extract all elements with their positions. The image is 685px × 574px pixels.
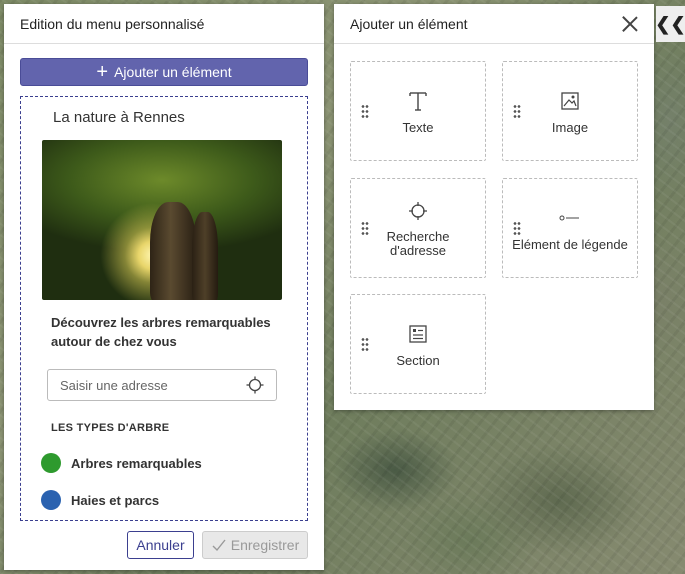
panel-title: Ajouter un élément bbox=[350, 15, 468, 32]
menu-description: Découvrez les arbres remarquables autour… bbox=[51, 315, 271, 349]
close-icon[interactable] bbox=[622, 16, 638, 32]
tile-label: Image bbox=[551, 119, 589, 135]
menu-title: La nature à Rennes bbox=[53, 109, 185, 126]
drag-handle-icon[interactable] bbox=[361, 104, 369, 118]
add-element-label: Ajouter un élément bbox=[114, 64, 232, 80]
plus-icon: + bbox=[96, 61, 109, 83]
add-element-panel-header: Ajouter un élément bbox=[334, 4, 654, 44]
tile-image[interactable]: Image bbox=[502, 61, 638, 161]
save-label: Enregistrer bbox=[230, 537, 300, 553]
tile-label: Texte bbox=[402, 119, 434, 135]
tree-image bbox=[42, 140, 282, 300]
menu-preview-area: La nature à Rennes Découvrez les arbres … bbox=[20, 96, 308, 521]
tile-section[interactable]: Section bbox=[350, 294, 486, 394]
collapse-panel-button[interactable]: ❮❮ bbox=[655, 6, 685, 42]
cancel-button[interactable]: Annuler bbox=[127, 531, 194, 559]
add-element-button[interactable]: + Ajouter un élément bbox=[20, 58, 308, 86]
legend-icon bbox=[559, 205, 581, 231]
legend-item-label: Arbres remarquables bbox=[71, 455, 202, 471]
tile-label: Elément de légende bbox=[512, 236, 628, 252]
tile-legend-element[interactable]: Elément de légende bbox=[502, 178, 638, 278]
blue-dot-icon bbox=[41, 490, 61, 510]
panel-title: Edition du menu personnalisé bbox=[4, 4, 324, 44]
tile-text[interactable]: Texte bbox=[350, 61, 486, 161]
green-dot-icon bbox=[41, 453, 61, 473]
legend-item: Arbres remarquables bbox=[41, 453, 202, 473]
address-placeholder: Saisir une adresse bbox=[60, 377, 168, 393]
legend-item-label: Haies et parcs bbox=[71, 492, 160, 508]
drag-handle-icon[interactable] bbox=[513, 104, 521, 118]
tile-label: Recherche d'adresse bbox=[386, 229, 450, 258]
legend-title: LES TYPES D'ARBRE bbox=[51, 422, 170, 434]
save-button[interactable]: Enregistrer bbox=[202, 531, 308, 559]
crosshair-icon[interactable] bbox=[246, 376, 264, 394]
address-search-input[interactable]: Saisir une adresse bbox=[47, 369, 277, 401]
tile-label: Section bbox=[396, 352, 440, 368]
add-element-panel: Ajouter un élément Texte Image Recherche… bbox=[334, 4, 654, 410]
tile-address-search[interactable]: Recherche d'adresse bbox=[350, 178, 486, 278]
crosshair-icon bbox=[408, 198, 428, 224]
drag-handle-icon[interactable] bbox=[513, 221, 521, 235]
legend-item: Haies et parcs bbox=[41, 490, 159, 510]
custom-menu-editor-panel: Edition du menu personnalisé + Ajouter u… bbox=[4, 4, 324, 570]
drag-handle-icon[interactable] bbox=[361, 221, 369, 235]
text-icon bbox=[408, 88, 428, 114]
drag-handle-icon[interactable] bbox=[361, 337, 369, 351]
double-chevron-left-icon: ❮❮ bbox=[655, 13, 685, 34]
image-icon bbox=[560, 88, 580, 114]
section-icon bbox=[408, 321, 428, 347]
checkmark-icon bbox=[212, 539, 226, 552]
